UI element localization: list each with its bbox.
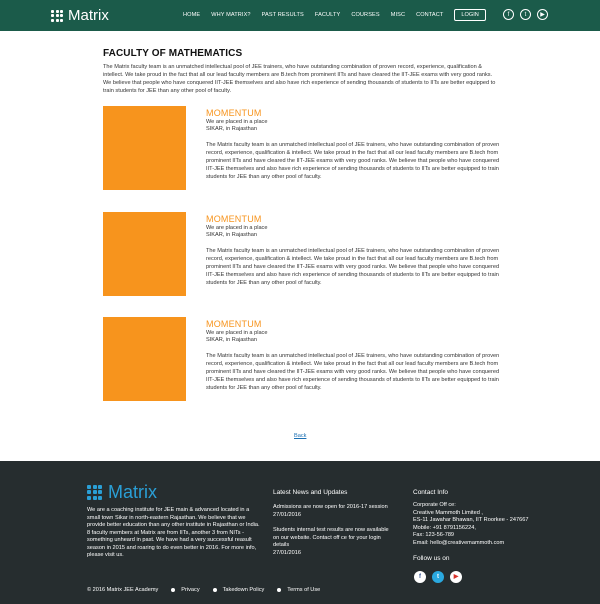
nav-home[interactable]: HOME [183,9,200,21]
footer-logo[interactable]: Matrix [87,482,157,502]
news-list: Admissions are now open for 2016-17 sess… [273,504,395,565]
contact-line: Fax: 123-56-789 [413,532,455,538]
bullet-icon [212,588,217,592]
footer-bottom-bar: © 2016 Matrix JEE Academy Privacy Takedo… [87,587,320,593]
header-social: f t ▶ [503,9,554,20]
youtube-icon[interactable]: ▶ [450,571,462,583]
site-logo[interactable]: Matrix [51,7,109,24]
terms-link[interactable]: Terms of Use [287,587,320,593]
news-date: 27/01/2016 [273,549,301,556]
facebook-icon[interactable]: f [414,571,426,583]
logo-text: Matrix [68,7,109,24]
news-date: 27/01/2016 [273,511,301,518]
twitter-icon[interactable]: t [432,571,444,583]
faculty-description: The Matrix faculty team is an unmatched … [206,353,500,391]
nav-courses[interactable]: COURSES [351,9,379,21]
contact-heading: Contact Info [413,489,449,496]
nav-why-matrix[interactable]: WHY MATRIX? [211,9,250,21]
bullet-icon [277,588,282,592]
news-item[interactable]: Students internal test results are now a… [273,527,395,557]
faculty-card: MOMENTUM We are placed in a place SIKAR,… [103,106,503,191]
faculty-card: MOMENTUM We are placed in a place SIKAR,… [103,317,503,402]
contact-line: Creative Mammoth Limited , [413,509,483,516]
takedown-link[interactable]: Takedown Policy [223,587,265,593]
facebook-icon[interactable]: f [503,9,514,20]
top-nav-bar: Matrix HOME WHY MATRIX? PAST RESULTS FAC… [0,0,600,31]
contact-line[interactable]: Email: hello@creativemammoth.com [413,540,553,548]
contact-line: Corporate Off ce: [413,502,456,508]
faculty-description: The Matrix faculty team is an unmatched … [206,248,500,286]
nav-past-results[interactable]: PAST RESULTS [262,9,304,21]
page-title: FACULTY OF MATHEMATICS [103,48,243,59]
youtube-icon[interactable]: ▶ [537,9,548,20]
news-text: Admissions are now open for 2016-17 sess… [273,504,388,510]
faculty-card: MOMENTUM We are placed in a place SIKAR,… [103,212,503,297]
nav-misc[interactable]: MISC [391,9,405,21]
faculty-name: MOMENTUM [206,108,262,118]
login-button[interactable]: LOGIN [454,9,486,21]
faculty-description: The Matrix faculty team is an unmatched … [206,142,500,180]
faculty-location: SIKAR, in Rajasthan [206,126,257,132]
faculty-location: SIKAR, in Rajasthan [206,232,257,238]
follow-heading: Follow us on [413,555,450,562]
copyright: © 2016 Matrix JEE Academy [87,587,159,593]
footer-about: We are a coaching institute for JEE main… [87,507,260,558]
contact-info: Corporate Off ce: Creative Mammoth Limit… [413,502,553,547]
contact-line: Mobile: +91 8791156224, [413,524,476,531]
bullet-icon [171,588,176,592]
grid-logo-icon [51,9,63,22]
nav-contact[interactable]: CONTACT [416,9,443,21]
faculty-name: MOMENTUM [206,214,262,224]
contact-line: ES-11 Jawahar Bhawan, IIT Roorkee - 2476… [413,517,529,523]
grid-logo-icon [87,484,102,500]
faculty-photo [103,317,186,401]
news-heading: Latest News and Updates [273,489,348,496]
footer-logo-text: Matrix [108,482,157,502]
faculty-place: We are placed in a place [206,225,268,231]
faculty-photo [103,106,186,190]
faculty-place: We are placed in a place [206,119,268,125]
footer: Matrix We are a coaching institute for J… [0,461,600,604]
back-link[interactable]: Back [294,433,306,439]
intro-text: The Matrix faculty team is an unmatched … [103,64,496,94]
footer-social: f t ▶ [414,571,468,583]
faculty-photo [103,212,186,296]
news-item[interactable]: Admissions are now open for 2016-17 sess… [273,504,395,519]
faculty-name: MOMENTUM [206,319,262,329]
privacy-link[interactable]: Privacy [181,587,199,593]
news-text: Students internal test results are now a… [273,527,389,548]
twitter-icon[interactable]: t [520,9,531,20]
main-nav: HOME WHY MATRIX? PAST RESULTS FACULTY CO… [183,9,486,21]
faculty-location: SIKAR, in Rajasthan [206,337,257,343]
nav-faculty[interactable]: FACULTY [315,9,340,21]
faculty-place: We are placed in a place [206,330,268,336]
